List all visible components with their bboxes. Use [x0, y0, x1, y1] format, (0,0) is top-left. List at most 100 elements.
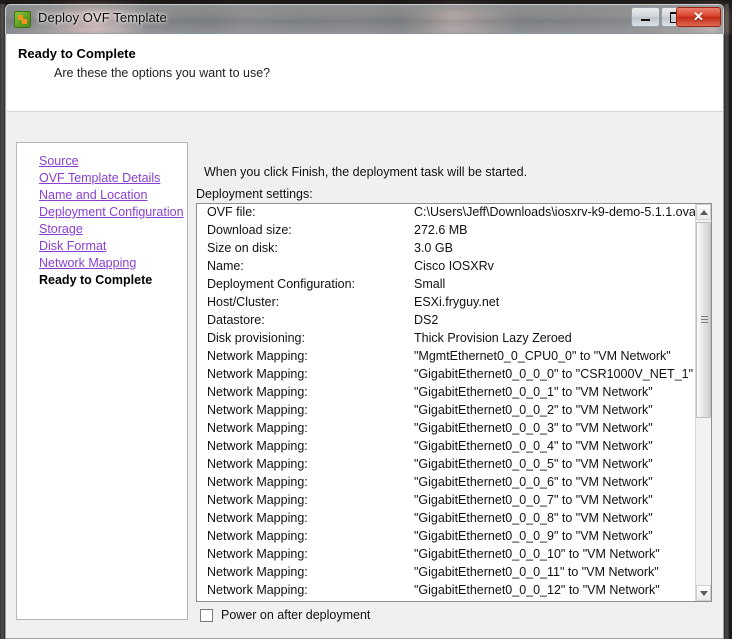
setting-value: "GigabitEthernet0_0_0_5" to "VM Network"	[414, 457, 653, 471]
deploy-ovf-template-window: Deploy OVF Template ✕ Ready to Complete …	[0, 4, 729, 639]
setting-key: Network Mapping:	[207, 583, 308, 597]
setting-key: Network Mapping:	[207, 475, 308, 489]
scroll-up-button[interactable]	[696, 204, 711, 220]
main-content: When you click Finish, the deployment ta…	[194, 142, 716, 622]
settings-row[interactable]: Network Mapping: "GigabitEthernet0_0_0_8"…	[197, 510, 695, 528]
settings-row[interactable]: Network Mapping: "GigabitEthernet0_0_0_12…	[197, 582, 695, 600]
setting-value: "GigabitEthernet0_0_0_10" to "VM Network…	[414, 547, 660, 561]
close-button[interactable]: ✕	[676, 7, 721, 27]
setting-value: "GigabitEthernet0_0_0_12" to "VM Network…	[414, 583, 660, 597]
window-title: Deploy OVF Template	[38, 10, 167, 25]
minimize-icon	[632, 8, 659, 26]
window-frame-right	[724, 4, 729, 639]
close-icon: ✕	[693, 9, 704, 24]
power-on-label: Power on after deployment	[221, 608, 371, 622]
setting-key: Network Mapping:	[207, 439, 308, 453]
setting-key: Datastore:	[207, 313, 265, 327]
settings-row[interactable]: Network Mapping: "GigabitEthernet0_0_0_7"…	[197, 492, 695, 510]
setting-value: ESXi.fryguy.net	[414, 295, 500, 309]
settings-row[interactable]: Datastore: DS2	[197, 312, 695, 330]
sidebar-item-disk-format[interactable]: Disk Format	[39, 239, 106, 253]
setting-key: OVF file:	[207, 205, 256, 219]
setting-value: "GigabitEthernet0_0_0_8" to "VM Network"	[414, 511, 653, 525]
sidebar-item-network-mapping[interactable]: Network Mapping	[39, 256, 136, 270]
settings-row[interactable]: Network Mapping: "GigabitEthernet0_0_0_3"…	[197, 420, 695, 438]
settings-rows-viewport: OVF file: C:\Users\Jeff\Downloads\iosxrv-…	[197, 204, 695, 601]
setting-value: "MgmtEthernet0_0_CPU0_0" to "VM Network"	[414, 349, 671, 363]
page-title: Ready to Complete	[18, 46, 136, 61]
setting-key: Download size:	[207, 223, 292, 237]
deployment-settings-list[interactable]: OVF file: C:\Users\Jeff\Downloads\iosxrv-…	[196, 203, 712, 602]
finish-note: When you click Finish, the deployment ta…	[204, 165, 528, 179]
setting-key: Network Mapping:	[207, 493, 308, 507]
setting-key: Network Mapping:	[207, 367, 308, 381]
setting-key: Network Mapping:	[207, 511, 308, 525]
setting-key: Deployment Configuration:	[207, 277, 355, 291]
settings-label: Deployment settings:	[196, 187, 313, 201]
settings-row[interactable]: Network Mapping: "GigabitEthernet0_0_0_4"…	[197, 438, 695, 456]
settings-row[interactable]: Deployment Configuration: Small	[197, 276, 695, 294]
settings-row[interactable]: Network Mapping: "GigabitEthernet0_0_0_10…	[197, 546, 695, 564]
sidebar-item-source[interactable]: Source	[39, 154, 79, 168]
sidebar-item-deployment-configuration[interactable]: Deployment Configuration	[39, 205, 184, 219]
settings-row[interactable]: Network Mapping: "GigabitEthernet0_0_0_6"…	[197, 474, 695, 492]
settings-scrollbar[interactable]	[695, 204, 711, 601]
setting-key: Name:	[207, 259, 244, 273]
page-header: Ready to Complete Are these the options …	[7, 34, 723, 112]
setting-value: C:\Users\Jeff\Downloads\iosxrv-k9-demo-5…	[414, 205, 695, 219]
settings-row[interactable]: OVF file: C:\Users\Jeff\Downloads\iosxrv-…	[197, 204, 695, 222]
setting-value: "GigabitEthernet0_0_0_2" to "VM Network"	[414, 403, 653, 417]
setting-value: "GigabitEthernet0_0_0_4" to "VM Network"	[414, 439, 653, 453]
scroll-down-button[interactable]	[696, 585, 711, 601]
setting-key: Network Mapping:	[207, 403, 308, 417]
sidebar-item-ready-to-complete: Ready to Complete	[39, 273, 153, 287]
settings-row[interactable]: Network Mapping: "GigabitEthernet0_0_0_9"…	[197, 528, 695, 546]
sidebar-item-name-and-location[interactable]: Name and Location	[39, 188, 147, 202]
settings-row[interactable]: Network Mapping: "GigabitEthernet0_0_0_2"…	[197, 402, 695, 420]
settings-row[interactable]: Network Mapping: "GigabitEthernet0_0_0_11…	[197, 564, 695, 582]
setting-value: "GigabitEthernet0_0_0_9" to "VM Network"	[414, 529, 653, 543]
settings-row[interactable]: Network Mapping: "GigabitEthernet0_0_0_0"…	[197, 366, 695, 384]
setting-key: Network Mapping:	[207, 565, 308, 579]
setting-value: "GigabitEthernet0_0_0_1" to "VM Network"	[414, 385, 653, 399]
setting-key: Network Mapping:	[207, 385, 308, 399]
chevron-up-icon	[699, 209, 708, 215]
page-subtitle: Are these the options you want to use?	[54, 66, 271, 80]
power-on-checkbox[interactable]	[200, 608, 213, 622]
sidebar-item-storage[interactable]: Storage	[39, 222, 83, 236]
setting-key: Network Mapping:	[207, 349, 308, 363]
settings-row[interactable]: Network Mapping: "MgmtEthernet0_0_CPU0_0"…	[197, 348, 695, 366]
minimize-button[interactable]	[631, 7, 660, 27]
setting-value: "GigabitEthernet0_0_0_0" to "CSR1000V_NE…	[414, 367, 694, 381]
setting-value: 272.6 MB	[414, 223, 468, 237]
setting-value: "GigabitEthernet0_0_0_6" to "VM Network"	[414, 475, 653, 489]
window-body: Ready to Complete Are these the options …	[5, 34, 724, 639]
setting-key: Host/Cluster:	[207, 295, 280, 309]
setting-key: Network Mapping:	[207, 547, 308, 561]
setting-value: Thick Provision Lazy Zeroed	[414, 331, 572, 345]
setting-value: DS2	[414, 313, 439, 327]
wizard-step-nav: Source OVF Template Details Name and Locat…	[16, 142, 188, 620]
settings-row[interactable]: Size on disk: 3.0 GB	[197, 240, 695, 258]
setting-value: "GigabitEthernet0_0_0_3" to "VM Network"	[414, 421, 653, 435]
sidebar-item-ovf-template-details[interactable]: OVF Template Details	[39, 171, 160, 185]
setting-value: 3.0 GB	[414, 241, 453, 255]
settings-row[interactable]: Network Mapping: "GigabitEthernet0_0_0_1"…	[197, 384, 695, 402]
scrollbar-thumb[interactable]	[696, 222, 711, 418]
settings-row[interactable]: Network Mapping: "GigabitEthernet0_0_0_5"…	[197, 456, 695, 474]
setting-value: "GigabitEthernet0_0_0_7" to "VM Network"	[414, 493, 653, 507]
setting-key: Network Mapping:	[207, 421, 308, 435]
setting-value: Small	[414, 277, 446, 291]
window-titlebar[interactable]: Deploy OVF Template ✕	[5, 4, 724, 34]
settings-row[interactable]: Host/Cluster: ESXi.fryguy.net	[197, 294, 695, 312]
setting-key: Network Mapping:	[207, 457, 308, 471]
power-on-after-deployment-row[interactable]: Power on after deployment	[200, 608, 370, 622]
setting-key: Network Mapping:	[207, 529, 308, 543]
settings-row[interactable]: Name: Cisco IOSXRv	[197, 258, 695, 276]
settings-row[interactable]: Disk provisioning: Thick Provision Lazy Z…	[197, 330, 695, 348]
setting-key: Disk provisioning:	[207, 331, 305, 345]
settings-row[interactable]: Download size: 272.6 MB	[197, 222, 695, 240]
setting-value: Cisco IOSXRv	[414, 259, 494, 273]
setting-value: "GigabitEthernet0_0_0_11" to "VM Network…	[414, 565, 659, 579]
ovf-template-icon	[14, 11, 31, 28]
